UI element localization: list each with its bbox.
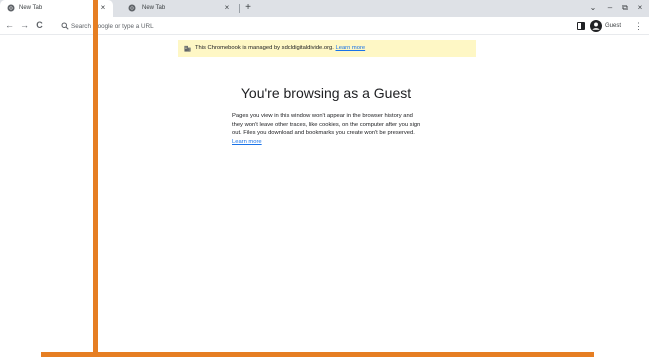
banner-learn-more-link[interactable]: Learn more: [336, 45, 366, 51]
tab-close-icon[interactable]: ×: [98, 3, 108, 13]
new-tab-button[interactable]: +: [243, 3, 253, 13]
managed-banner-text: This Chromebook is managed by sdcldigita…: [195, 45, 365, 52]
restore-button[interactable]: ⧉: [620, 3, 630, 13]
tab-title: New Tab: [142, 5, 166, 11]
forward-button[interactable]: →: [19, 20, 30, 31]
back-button[interactable]: ←: [4, 20, 15, 31]
reload-button[interactable]: C: [34, 20, 45, 31]
annotation-vertical-line: [93, 0, 98, 353]
tab-search-chevron-icon[interactable]: ⌄: [588, 3, 598, 13]
profile-button[interactable]: Guest: [590, 19, 630, 33]
chrome-favicon-icon: [7, 4, 15, 12]
guest-description-text: Pages you view in this window won't appe…: [232, 113, 421, 136]
address-input[interactable]: [71, 20, 371, 32]
building-icon: [184, 45, 191, 52]
close-window-button[interactable]: ×: [635, 3, 645, 13]
tab-separator: [239, 4, 240, 13]
guest-learn-more-link[interactable]: Learn more: [232, 139, 262, 145]
minimize-button[interactable]: –: [605, 3, 615, 13]
profile-label: Guest: [605, 23, 622, 29]
page-title: You're browsing as a Guest: [240, 85, 412, 101]
search-icon: [61, 22, 69, 30]
managed-device-banner: This Chromebook is managed by sdcldigita…: [178, 40, 476, 57]
chrome-menu-icon[interactable]: ⋮: [634, 20, 643, 32]
managed-banner-message: This Chromebook is managed by sdcldigita…: [195, 45, 334, 51]
chrome-favicon-icon: [128, 4, 136, 12]
browser-window: New Tab × New Tab × + ⌄ – ⧉ × ← → C Sear…: [0, 0, 649, 360]
side-panel-icon[interactable]: [577, 22, 585, 30]
tab-close-icon[interactable]: ×: [222, 3, 232, 13]
guest-description: Pages you view in this window won't appe…: [232, 112, 424, 146]
tab-title: New Tab: [19, 5, 43, 11]
omnibox[interactable]: [56, 19, 568, 33]
guest-avatar-icon: [590, 20, 602, 32]
annotation-horizontal-line: [41, 352, 594, 357]
tab-new-tab[interactable]: New Tab ×: [115, 0, 237, 17]
